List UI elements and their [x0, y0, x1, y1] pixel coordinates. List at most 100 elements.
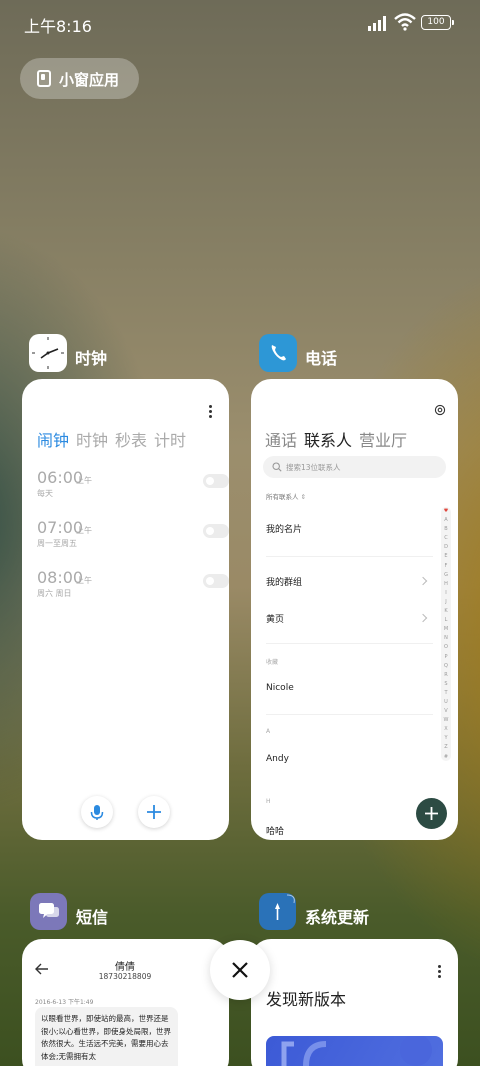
clock-app-name: 时钟 — [75, 349, 108, 368]
section-header-a: A — [266, 728, 271, 735]
index-letter[interactable]: G — [441, 571, 451, 580]
message-bubble[interactable]: 以眼看世界，即使站的最高，世界还是很小;以心看世界，即使身处局限，世界依然很大。… — [35, 1007, 178, 1066]
sort-arrows-icon: ⇕ — [300, 493, 307, 501]
my-groups-item[interactable]: 我的群组 — [266, 575, 302, 588]
index-letter[interactable]: S — [441, 680, 451, 689]
phone-app-icon — [259, 334, 297, 372]
chevron-right-icon — [418, 613, 428, 623]
alarm-toggle[interactable] — [203, 574, 229, 588]
settings-icon[interactable] — [434, 404, 446, 416]
alphabet-index-scrollbar[interactable]: ♥ A B C D E F G H I J K L M N O P Q R S … — [441, 507, 451, 761]
divider — [266, 714, 433, 715]
plus-icon — [425, 807, 438, 820]
small-window-label: 小窗应用 — [59, 71, 120, 89]
back-arrow-icon[interactable] — [35, 963, 49, 975]
index-letter[interactable]: # — [441, 753, 451, 762]
phone-tabs: 通话 联系人 营业厅 — [265, 427, 414, 451]
update-app-icon — [259, 893, 296, 930]
sms-app-icon — [30, 893, 67, 930]
index-letter[interactable]: Q — [441, 662, 451, 671]
tab-timer[interactable]: 计时 — [154, 431, 186, 450]
index-letter[interactable]: R — [441, 671, 451, 680]
index-letter[interactable]: J — [441, 598, 451, 607]
index-letter[interactable]: K — [441, 607, 451, 616]
index-letter[interactable]: E — [441, 552, 451, 561]
clock-tabs: 闹钟 时钟 秒表 计时 — [37, 427, 193, 451]
tab-stopwatch[interactable]: 秒表 — [115, 431, 147, 450]
index-letter[interactable]: X — [441, 725, 451, 734]
index-letter[interactable]: Z — [441, 743, 451, 752]
contact-list-item[interactable]: 哈哈 — [266, 824, 284, 837]
index-letter[interactable]: Y — [441, 734, 451, 743]
index-letter[interactable]: C — [441, 534, 451, 543]
divider — [266, 556, 433, 557]
index-letter[interactable]: U — [441, 698, 451, 707]
index-letter[interactable]: A — [441, 516, 451, 525]
contact-list-item[interactable]: Andy — [266, 754, 289, 764]
alarm-days: 周六 周日 — [37, 589, 72, 598]
index-letter[interactable]: V — [441, 707, 451, 716]
tab-contacts[interactable]: 联系人 — [304, 431, 352, 450]
sms-app-name: 短信 — [76, 908, 109, 927]
alarm-days: 周一至周五 — [37, 539, 77, 548]
tab-calls[interactable]: 通话 — [265, 431, 297, 450]
update-title: 发现新版本 — [266, 990, 347, 1009]
search-placeholder: 搜索13位联系人 — [286, 463, 341, 472]
cellular-signal-icon — [368, 16, 386, 31]
contact-search-input[interactable]: 搜索13位联系人 — [263, 456, 446, 478]
alarm-toggle[interactable] — [203, 474, 229, 488]
alarm-toggle[interactable] — [203, 524, 229, 538]
phone-app-name: 电话 — [305, 349, 338, 368]
index-letter[interactable]: I — [441, 589, 451, 598]
index-letter[interactable]: N — [441, 634, 451, 643]
update-app-card[interactable]: 发现新版本 — [251, 939, 458, 1066]
phone-app-card[interactable]: 通话 联系人 营业厅 搜索13位联系人 所有联系人 ⇕ 我的名片 我的群组 黄页 收… — [251, 379, 458, 840]
index-letter[interactable]: W — [441, 716, 451, 725]
contact-list-item[interactable]: Nicole — [266, 683, 294, 693]
tab-service-hall[interactable]: 营业厅 — [359, 431, 407, 450]
alarm-days: 每天 — [37, 489, 53, 498]
message-text: 以眼看世界，即使站的最高，世界还是很小;以心看世界，即使身处局限，世界依然很大。… — [41, 1014, 172, 1061]
conversation-contact-name: 倩倩 — [115, 962, 135, 973]
update-app-header[interactable]: 系统更新 — [259, 893, 379, 931]
index-letter[interactable]: O — [441, 643, 451, 652]
chevron-right-icon — [418, 576, 428, 586]
index-letter[interactable]: M — [441, 625, 451, 634]
contact-filter-dropdown[interactable]: 所有联系人 ⇕ — [266, 491, 306, 501]
index-letter[interactable]: P — [441, 653, 451, 662]
tab-alarm[interactable]: 闹钟 — [37, 431, 69, 450]
index-letter[interactable]: F — [441, 562, 451, 571]
favorites-section-header: 收藏 — [266, 659, 279, 666]
contact-filter-label: 所有联系人 — [266, 493, 299, 501]
more-options-icon[interactable] — [209, 405, 213, 419]
more-options-icon[interactable] — [438, 965, 442, 979]
tab-clock[interactable]: 时钟 — [76, 431, 108, 450]
add-alarm-button[interactable] — [138, 796, 170, 828]
alarm-item[interactable]: 08:00 上午 周六 周日 — [37, 568, 229, 608]
index-letter[interactable]: T — [441, 689, 451, 698]
message-timestamp: 2016-6-13 下午1:49 — [35, 999, 94, 1006]
index-letter[interactable]: L — [441, 616, 451, 625]
status-time: 上午8:16 — [24, 17, 92, 36]
alarm-ampm: 上午 — [76, 576, 92, 585]
index-letter[interactable]: ♥ — [441, 507, 451, 516]
clock-app-header[interactable]: 时钟 — [29, 334, 149, 372]
phone-app-header[interactable]: 电话 — [259, 334, 379, 372]
alarm-item[interactable]: 06:00 上午 每天 — [37, 468, 229, 508]
battery-icon: 100 — [421, 15, 454, 30]
index-letter[interactable]: D — [441, 543, 451, 552]
alarm-item[interactable]: 07:00 上午 周一至周五 — [37, 518, 229, 558]
small-window-apps-button[interactable]: 小窗应用 — [20, 58, 139, 99]
voice-alarm-button[interactable] — [81, 796, 113, 828]
add-contact-button[interactable] — [416, 798, 447, 829]
index-letter[interactable]: B — [441, 525, 451, 534]
clear-all-button[interactable] — [210, 940, 270, 1000]
index-letter[interactable]: H — [441, 580, 451, 589]
yellow-pages-item[interactable]: 黄页 — [266, 612, 284, 625]
divider — [266, 643, 433, 644]
sms-app-card[interactable]: 倩倩 18730218809 2016-6-13 下午1:49 以眼看世界，即使… — [22, 939, 229, 1066]
clock-app-card[interactable]: 闹钟 时钟 秒表 计时 06:00 上午 每天 07:00 上午 周一至周五 08:0… — [22, 379, 229, 840]
my-card-item[interactable]: 我的名片 — [266, 522, 302, 535]
sms-app-header[interactable]: 短信 — [30, 893, 150, 931]
version-banner-image — [266, 1034, 443, 1066]
